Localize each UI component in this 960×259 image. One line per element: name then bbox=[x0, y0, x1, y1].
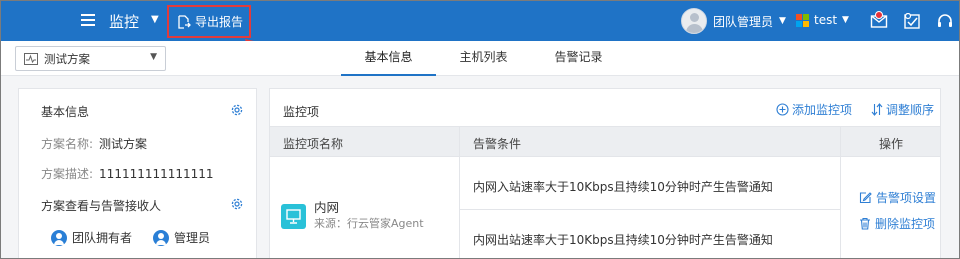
reorder-label: 调整顺序 bbox=[886, 103, 935, 117]
task-check-icon[interactable] bbox=[903, 13, 921, 29]
gear-icon[interactable] bbox=[230, 103, 244, 117]
delete-monitor-item-label: 删除监控项 bbox=[875, 217, 936, 231]
monitor-item-name: 内网 bbox=[314, 200, 340, 215]
plan-name-row: 方案名称: 测试方案 bbox=[41, 135, 147, 152]
monitor-items-panel: 监控项 添加监控项 调整顺序 监控项名称 告警条件 操作 内网 来源：行云管家A… bbox=[269, 88, 941, 258]
receiver-label: 团队拥有者 bbox=[72, 231, 133, 245]
add-monitor-item-button[interactable]: 添加监控项 bbox=[776, 101, 852, 118]
user-icon bbox=[51, 229, 67, 246]
tab-host-list[interactable]: 主机列表 bbox=[436, 41, 531, 76]
receiver-team-owner: 团队拥有者 bbox=[51, 229, 132, 246]
edit-icon bbox=[859, 192, 872, 204]
user-icon bbox=[153, 229, 169, 246]
chevron-down-icon: ▼ bbox=[779, 16, 786, 26]
tab-bar: 基本信息 主机列表 告警记录 bbox=[341, 41, 626, 76]
app-window: 监控 ▼ 导出报告 团队管理员 ▼ test ▼ 测试方案 ▼ 基本信息 主机列… bbox=[0, 0, 960, 259]
basic-info-title: 基本信息 bbox=[41, 105, 90, 119]
chevron-down-icon[interactable]: ▼ bbox=[151, 14, 159, 25]
plan-name-label: 方案名称: bbox=[41, 137, 94, 151]
plan-desc-value: 111111111111111 bbox=[99, 167, 214, 181]
monitor-items-title: 监控项 bbox=[283, 105, 320, 119]
row-divider bbox=[460, 209, 840, 210]
avatar bbox=[681, 8, 707, 34]
receiver-label: 管理员 bbox=[174, 231, 211, 245]
monitor-icon bbox=[281, 204, 306, 229]
chevron-down-icon: ▼ bbox=[150, 52, 157, 62]
column-header-name: 监控项名称 bbox=[283, 137, 344, 151]
trash-icon bbox=[860, 217, 870, 230]
menu-icon[interactable] bbox=[81, 14, 95, 26]
column-divider bbox=[459, 126, 460, 258]
delete-monitor-item-button[interactable]: 删除监控项 bbox=[859, 215, 935, 232]
org-name: test bbox=[814, 13, 838, 27]
alert-condition: 内网出站速率大于10Kbps且持续10分钟时产生告警通知 bbox=[473, 233, 773, 247]
sub-toolbar: 测试方案 ▼ 基本信息 主机列表 告警记录 bbox=[1, 41, 959, 76]
tab-basic-info[interactable]: 基本信息 bbox=[341, 41, 436, 76]
receiver-admin: 管理员 bbox=[153, 229, 210, 246]
sort-icon bbox=[871, 103, 883, 116]
export-report-label: 导出报告 bbox=[195, 15, 244, 29]
plan-desc-row: 方案描述: 111111111111111 bbox=[41, 165, 214, 182]
plan-name-value: 测试方案 bbox=[99, 137, 148, 151]
tab-alert-records[interactable]: 告警记录 bbox=[531, 41, 626, 76]
app-title[interactable]: 监控 bbox=[109, 11, 139, 32]
notification-dot bbox=[875, 11, 883, 19]
alert-settings-button[interactable]: 告警项设置 bbox=[859, 189, 936, 206]
plan-select-value: 测试方案 bbox=[44, 51, 90, 66]
user-name: 团队管理员 bbox=[713, 14, 774, 29]
chevron-down-icon: ▼ bbox=[842, 15, 849, 25]
export-report-button[interactable]: 导出报告 bbox=[167, 5, 251, 38]
plan-select[interactable]: 测试方案 ▼ bbox=[15, 46, 166, 71]
windows-logo-icon bbox=[796, 13, 809, 27]
top-header: 监控 ▼ 导出报告 团队管理员 ▼ test ▼ bbox=[1, 1, 959, 41]
alert-condition: 内网入站速率大于10Kbps且持续10分钟时产生告警通知 bbox=[473, 180, 773, 194]
column-header-condition: 告警条件 bbox=[473, 137, 522, 151]
alert-settings-label: 告警项设置 bbox=[876, 191, 937, 205]
plus-circle-icon bbox=[776, 103, 789, 116]
gear-icon[interactable] bbox=[230, 197, 244, 211]
headset-icon[interactable] bbox=[936, 13, 954, 29]
org-switcher[interactable]: test ▼ bbox=[796, 13, 849, 27]
receivers-title: 方案查看与告警接收人 bbox=[41, 199, 162, 213]
monitor-item-source: 来源：行云管家Agent bbox=[314, 217, 424, 230]
basic-info-panel: 基本信息 方案名称: 测试方案 方案描述: 111111111111111 方案查看… bbox=[18, 88, 257, 258]
document-export-icon bbox=[178, 14, 191, 29]
column-header-actions: 操作 bbox=[879, 137, 904, 151]
reorder-button[interactable]: 调整顺序 bbox=[871, 101, 934, 118]
plan-desc-label: 方案描述: bbox=[41, 167, 94, 181]
add-monitor-item-label: 添加监控项 bbox=[792, 103, 853, 117]
column-divider bbox=[840, 126, 841, 258]
pulse-icon bbox=[24, 52, 38, 65]
user-menu[interactable]: 团队管理员 ▼ bbox=[681, 8, 786, 34]
